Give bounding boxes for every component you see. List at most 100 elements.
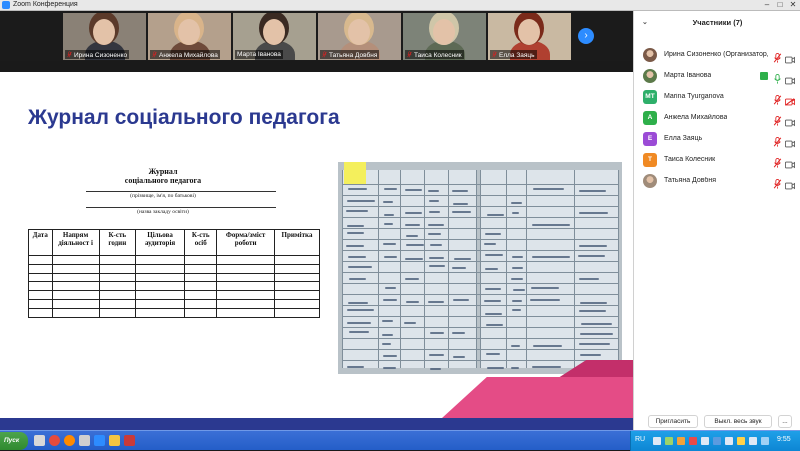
table-cell: [134, 272, 186, 283]
handwriting-mark: [429, 211, 441, 214]
chrome-icon[interactable]: [49, 435, 60, 446]
video-tile-label: Татьяна Довбня: [329, 52, 378, 59]
muted-mic-icon[interactable]: [773, 92, 782, 105]
handwriting-mark: [485, 312, 502, 315]
tray-icon[interactable]: [653, 437, 661, 445]
handwriting-mark: [383, 243, 396, 246]
close-icon[interactable]: ✕: [787, 0, 799, 11]
video-icon[interactable]: [785, 72, 795, 85]
participant-row[interactable]: Марта Іванова: [634, 66, 800, 87]
table-cell: [274, 307, 320, 318]
avatar: MT: [643, 90, 657, 104]
tray-icon[interactable]: [725, 437, 733, 445]
maximize-icon[interactable]: □: [774, 0, 786, 11]
video-tile[interactable]: Марта Іванова: [233, 13, 316, 60]
mic-icon[interactable]: [773, 71, 782, 84]
avatar-initial: Е: [647, 135, 653, 142]
handwriting-mark: [532, 344, 563, 347]
video-tile[interactable]: Татьяна Довбня: [318, 13, 401, 60]
tray-icon[interactable]: [701, 437, 709, 445]
muted-mic-icon[interactable]: [773, 113, 782, 126]
save-icon[interactable]: [34, 435, 45, 446]
pdf-icon[interactable]: [124, 435, 135, 446]
muted-mic-icon[interactable]: [773, 155, 782, 168]
meeting-area: Ирина Сизоненко Анжела Михайлова Марта Іва…: [0, 11, 633, 430]
table-cell: [51, 263, 100, 274]
video-icon[interactable]: [785, 51, 795, 64]
table-cell: [98, 263, 136, 274]
table-cell: [51, 255, 100, 265]
handwriting-mark: [383, 354, 397, 357]
network-icon[interactable]: [761, 437, 769, 445]
window-titlebar: Zoom Конференция – □ ✕: [0, 0, 800, 11]
table-row: [28, 263, 320, 274]
journal-column-header: Примітка: [274, 229, 320, 256]
table-cell: [28, 263, 53, 274]
participant-row[interactable]: Е Елла Заяць: [634, 129, 800, 150]
avatar: Е: [643, 132, 657, 146]
next-page-button[interactable]: ›: [578, 28, 594, 44]
table-cell: [274, 255, 320, 265]
journal-column-header: Цільова аудиторія: [134, 229, 186, 256]
table-cell: [28, 298, 53, 309]
participant-row[interactable]: MT Marina Tyurganova: [634, 87, 800, 108]
minimize-icon[interactable]: –: [761, 0, 773, 11]
firefox-icon[interactable]: [64, 435, 75, 446]
doc-rule: [86, 207, 276, 208]
participant-row[interactable]: Ирина Сизоненко (Организатор, я): [634, 45, 800, 66]
video-tile[interactable]: Анжела Михайлова: [148, 13, 231, 60]
handwriting-mark: [578, 211, 609, 214]
handwriting-mark: [532, 223, 570, 226]
participant-name: Елла Заяць: [664, 135, 703, 142]
video-tile-label: Елла Заяць: [499, 52, 535, 59]
handwriting-mark: [530, 298, 561, 301]
folder-icon[interactable]: [109, 435, 120, 446]
handwriting-mark: [346, 244, 365, 247]
person-head: [178, 19, 200, 45]
muted-mic-icon[interactable]: [773, 50, 782, 63]
video-icon[interactable]: [785, 114, 795, 127]
journal-table: Дата Напрям діяльност і К-сть годин Цільова…: [28, 229, 320, 318]
start-button[interactable]: Пуск: [0, 432, 28, 450]
zoom-taskbar-icon[interactable]: [94, 435, 105, 446]
handwriting-mark: [484, 243, 497, 246]
table-cell: [98, 298, 136, 309]
table-cell: [134, 298, 186, 309]
invite-button[interactable]: Пригласить: [648, 415, 698, 428]
tray-icon[interactable]: [737, 437, 745, 445]
more-button[interactable]: ...: [778, 415, 792, 428]
video-icon[interactable]: [785, 135, 795, 148]
handwriting-mark: [511, 309, 522, 312]
video-tile[interactable]: Елла Заяць: [488, 13, 571, 60]
video-tile[interactable]: Таиса Колесник: [403, 13, 486, 60]
handwriting-mark: [428, 265, 445, 268]
participant-row[interactable]: Т Таиса Колесник: [634, 150, 800, 171]
tray-icon[interactable]: [677, 437, 685, 445]
participant-row[interactable]: А Анжела Михайлова: [634, 108, 800, 129]
muted-mic-icon[interactable]: [773, 176, 782, 189]
tray-icon[interactable]: [689, 437, 697, 445]
handwriting-mark: [452, 190, 469, 193]
explorer-icon[interactable]: [79, 435, 90, 446]
video-tile-name: Анжела Михайлова: [150, 50, 220, 59]
tray-icon[interactable]: [665, 437, 673, 445]
language-indicator[interactable]: RU: [635, 436, 645, 443]
handwriting-mark: [429, 353, 444, 356]
video-tile[interactable]: Ирина Сизоненко: [63, 13, 146, 60]
video-off-icon[interactable]: [785, 93, 795, 106]
avatar-initial: MT: [645, 93, 655, 100]
participant-name: Marina Tyurganova: [664, 93, 724, 100]
table-cell: [274, 263, 320, 274]
handwriting-mark: [382, 298, 397, 301]
table-cell: [51, 290, 100, 300]
table-cell: [216, 298, 276, 309]
video-icon[interactable]: [785, 177, 795, 190]
mute-all-button[interactable]: Выкл. весь звук: [704, 415, 772, 428]
volume-icon[interactable]: [749, 437, 757, 445]
participant-row[interactable]: Татьяна Довбня: [634, 171, 800, 192]
muted-mic-icon[interactable]: [773, 134, 782, 147]
tray-icon[interactable]: [713, 437, 721, 445]
video-icon[interactable]: [785, 156, 795, 169]
table-cell: [184, 298, 218, 309]
notebook-grid-line: [476, 170, 477, 368]
